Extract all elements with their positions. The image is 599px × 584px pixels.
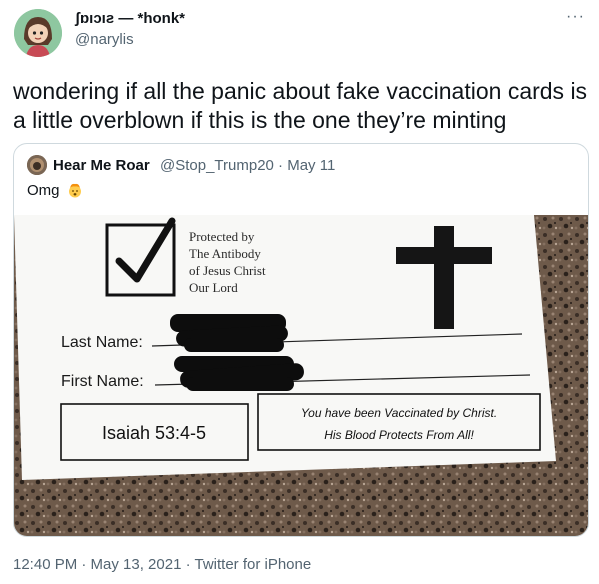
more-options-icon[interactable]: ··· [566, 8, 585, 26]
tweet-text: wondering if all the panic about fake va… [13, 78, 588, 133]
vaccination-card-photo[interactable]: Protected by The Antibody of Jesus Chris… [14, 215, 588, 536]
redaction-scribble-last-name [170, 314, 288, 352]
avatar-illustration [14, 9, 62, 57]
protected-line-3: of Jesus Christ [189, 263, 266, 278]
author-avatar[interactable] [14, 9, 62, 57]
protected-line-4: Our Lord [189, 280, 238, 295]
exploding-head-icon [67, 182, 83, 198]
quoted-text: Omg [27, 182, 83, 199]
verse-text: Isaiah 53:4-5 [102, 423, 206, 443]
quoted-tweet[interactable]: Hear Me Roar @Stop_Trump20 · May 11 Omg [13, 143, 589, 537]
author-display-name[interactable]: ʃɒıɔıƨ — *honk* [75, 10, 185, 27]
quoted-text-body: Omg [27, 182, 60, 199]
quoted-avatar[interactable] [27, 155, 47, 175]
redaction-scribble-first-name [174, 356, 304, 391]
first-name-label: First Name: [61, 373, 144, 390]
protected-line-1: Protected by [189, 229, 255, 244]
quoted-display-name[interactable]: Hear Me Roar [53, 157, 150, 174]
tweet-timestamp[interactable]: 12:40 PM · May 13, 2021 · Twitter for iP… [13, 556, 311, 573]
lion-icon [27, 155, 47, 175]
last-name-label: Last Name: [61, 334, 143, 351]
protected-line-2: The Antibody [189, 246, 261, 261]
quoted-meta[interactable]: @Stop_Trump20 · May 11 [160, 157, 335, 174]
message-line-1: You have been Vaccinated by Christ. [301, 406, 497, 420]
message-line-2: His Blood Protects From All! [324, 428, 474, 442]
author-handle[interactable]: @narylis [75, 31, 134, 48]
